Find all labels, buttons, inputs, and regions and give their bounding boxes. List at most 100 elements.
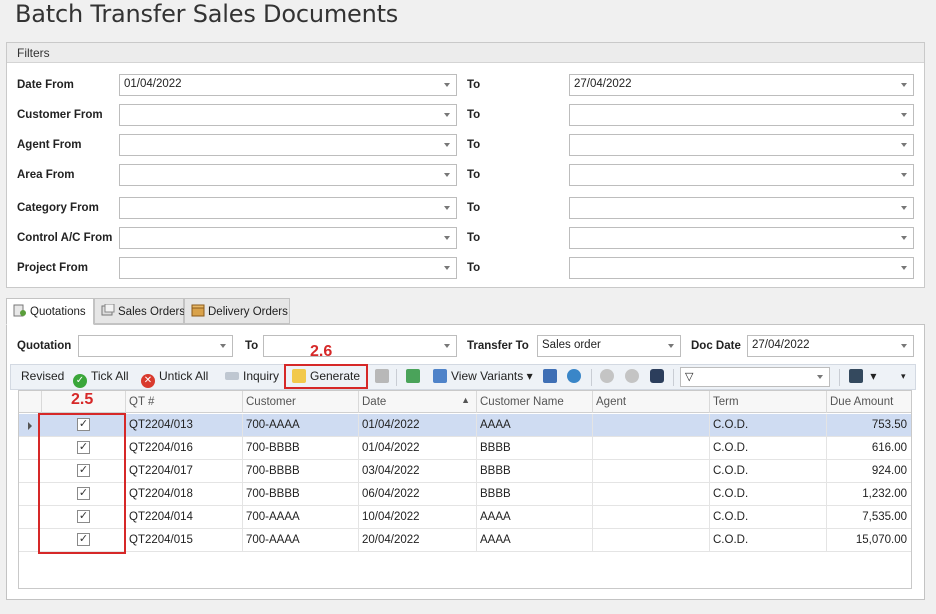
- table-row[interactable]: ✓ QT2204/017 700-BBBB 03/04/2022 BBBB C.…: [19, 460, 911, 483]
- tick-all-button[interactable]: ✓ Tick All: [73, 369, 129, 388]
- chevron-down-icon[interactable]: [901, 143, 907, 147]
- chevron-down-icon[interactable]: [444, 83, 450, 87]
- chevron-down-icon[interactable]: [901, 113, 907, 117]
- table-row[interactable]: ✓ QT2204/015 700-AAAA 20/04/2022 AAAA C.…: [19, 529, 911, 552]
- chevron-down-icon[interactable]: [444, 143, 450, 147]
- film-icon: [543, 369, 557, 383]
- chevron-down-icon[interactable]: [444, 113, 450, 117]
- arrow-up-icon: [600, 369, 614, 383]
- chevron-down-icon[interactable]: [901, 236, 907, 240]
- checkbox-column-highlight-box: [38, 413, 126, 554]
- chevron-down-icon[interactable]: [220, 344, 226, 348]
- due-amount-cell: 753.50: [871, 419, 907, 431]
- chevron-down-icon[interactable]: [444, 266, 450, 270]
- area-from-field[interactable]: [119, 164, 457, 186]
- category-from-field[interactable]: [119, 197, 457, 219]
- column-header-qt[interactable]: QT #: [126, 391, 243, 413]
- agent-from-label: Agent From: [17, 139, 82, 151]
- table-row[interactable]: ✓ QT2204/018 700-BBBB 06/04/2022 BBBB C.…: [19, 483, 911, 506]
- agent-to-field[interactable]: [569, 134, 914, 156]
- transfer-to-select[interactable]: Sales order: [537, 335, 681, 357]
- qt-cell: QT2204/016: [126, 437, 243, 460]
- doc-date-field[interactable]: 27/04/2022: [747, 335, 914, 357]
- delivery-order-icon: [191, 304, 205, 317]
- quotation-from-field[interactable]: [78, 335, 233, 357]
- column-header-date[interactable]: Date ▲: [359, 391, 477, 413]
- tab-delivery-orders[interactable]: Delivery Orders: [184, 298, 290, 324]
- customer-from-field[interactable]: [119, 104, 457, 126]
- inquiry-button[interactable]: Inquiry: [225, 369, 279, 383]
- quotations-grid: QT # Customer Date ▲ Customer Name Agent …: [18, 390, 912, 589]
- qt-cell: QT2204/014: [126, 506, 243, 529]
- floppy-disk-icon: [849, 369, 863, 383]
- toolbar-separator: [396, 369, 397, 386]
- customer-cell: 700-BBBB: [243, 437, 359, 460]
- agent-to-label: To: [467, 139, 481, 151]
- chevron-down-icon[interactable]: [817, 375, 823, 379]
- chevron-down-icon[interactable]: [444, 173, 450, 177]
- chevron-down-icon[interactable]: [901, 83, 907, 87]
- chevron-down-icon[interactable]: [444, 206, 450, 210]
- tab-sales-orders[interactable]: Sales Orders: [94, 298, 185, 324]
- agent-from-field[interactable]: [119, 134, 457, 156]
- control-ac-to-field[interactable]: [569, 227, 914, 249]
- project-to-field[interactable]: [569, 257, 914, 279]
- quotation-icon: [13, 304, 27, 317]
- table-row[interactable]: ✓ QT2204/016 700-BBBB 01/04/2022 BBBB C.…: [19, 437, 911, 460]
- customer-from-label: Customer From: [17, 109, 103, 121]
- film-button[interactable]: [543, 369, 561, 383]
- save-layout-button[interactable]: ▾: [849, 369, 876, 383]
- refresh-button[interactable]: [567, 369, 585, 383]
- term-cell: C.O.D.: [710, 506, 827, 529]
- revised-button[interactable]: Revised: [21, 369, 64, 383]
- filter-combo[interactable]: ▽: [680, 367, 830, 387]
- project-from-label: Project From: [17, 262, 88, 274]
- export-icon: [406, 369, 420, 383]
- chevron-down-icon[interactable]: [901, 206, 907, 210]
- untick-all-button[interactable]: ✕ Untick All: [141, 369, 208, 388]
- chevron-down-icon[interactable]: [901, 344, 907, 348]
- column-header-term[interactable]: Term: [710, 391, 827, 413]
- view-variants-button[interactable]: View Variants ▾: [433, 369, 533, 383]
- table-row[interactable]: ✓ QT2204/014 700-AAAA 10/04/2022 AAAA C.…: [19, 506, 911, 529]
- print-button[interactable]: [375, 369, 393, 383]
- category-to-field[interactable]: [569, 197, 914, 219]
- column-header-customer[interactable]: Customer: [243, 391, 359, 413]
- chevron-down-icon[interactable]: [444, 236, 450, 240]
- qt-cell: QT2204/013: [126, 414, 243, 437]
- column-header-agent[interactable]: Agent: [593, 391, 710, 413]
- date-from-field[interactable]: 01/04/2022: [119, 74, 457, 96]
- toolbar-separator: [673, 369, 674, 386]
- control-ac-from-field[interactable]: [119, 227, 457, 249]
- quotation-to-field[interactable]: [263, 335, 457, 357]
- chevron-down-icon[interactable]: [901, 173, 907, 177]
- date-to-field[interactable]: 27/04/2022: [569, 74, 914, 96]
- due-amount-cell: 924.00: [871, 465, 907, 477]
- date-cell: 01/04/2022: [359, 437, 477, 460]
- view-variants-icon: [433, 369, 447, 383]
- customer-to-label: To: [467, 109, 481, 121]
- find-button[interactable]: [650, 369, 668, 383]
- column-header-due-amount[interactable]: Due Amount: [827, 391, 913, 413]
- area-to-label: To: [467, 169, 481, 181]
- binoculars-icon: [650, 369, 664, 383]
- chevron-down-icon[interactable]: [668, 344, 674, 348]
- agent-cell: [593, 483, 710, 506]
- date-cell: 03/04/2022: [359, 460, 477, 483]
- chevron-down-icon[interactable]: [444, 344, 450, 348]
- customer-cell: 700-AAAA: [243, 506, 359, 529]
- table-row[interactable]: ✓ QT2204/013 700-AAAA 01/04/2022 AAAA C.…: [19, 414, 911, 437]
- tab-quotations[interactable]: Quotations: [6, 298, 94, 325]
- project-from-field[interactable]: [119, 257, 457, 279]
- area-to-field[interactable]: [569, 164, 914, 186]
- customer-to-field[interactable]: [569, 104, 914, 126]
- chevron-down-icon[interactable]: [901, 266, 907, 270]
- toolbar-overflow-button[interactable]: ▾: [901, 371, 906, 382]
- customer-cell: 700-AAAA: [243, 529, 359, 552]
- term-cell: C.O.D.: [710, 483, 827, 506]
- move-down-button[interactable]: [625, 369, 643, 383]
- export-button[interactable]: [406, 369, 424, 383]
- move-up-button[interactable]: [600, 369, 618, 383]
- generate-step-label: 2.6: [310, 343, 333, 360]
- column-header-customer-name[interactable]: Customer Name: [477, 391, 593, 413]
